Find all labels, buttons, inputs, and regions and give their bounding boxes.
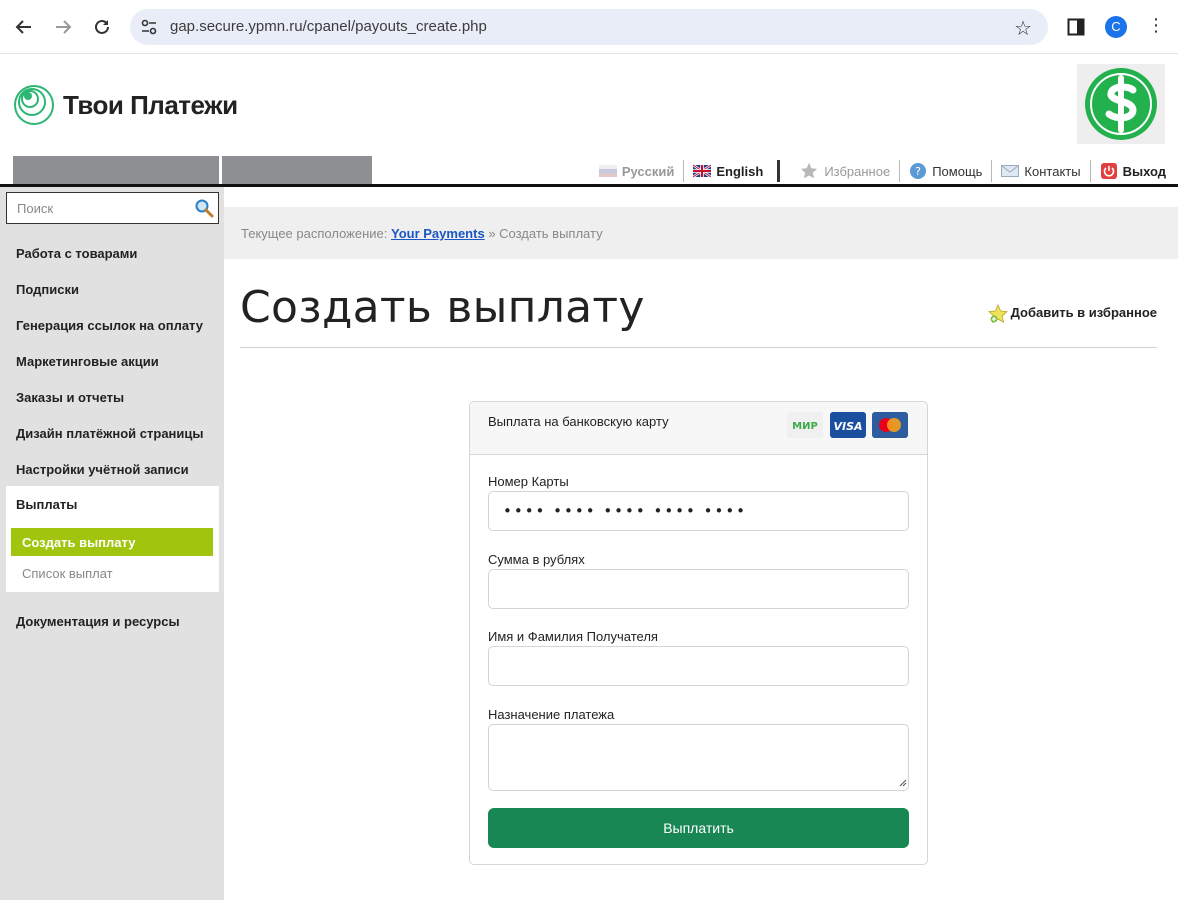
- header-tab-2[interactable]: [222, 156, 372, 184]
- title-divider: [240, 347, 1157, 348]
- sidebar-item-payouts[interactable]: Выплаты: [16, 497, 77, 512]
- breadcrumb: Текущее расположение: Your Payments » Со…: [224, 207, 1178, 259]
- page-title: Создать выплату: [240, 282, 645, 333]
- logo-text: Твои Платежи: [63, 89, 238, 120]
- breadcrumb-link[interactable]: Your Payments: [391, 226, 485, 241]
- recipient-label: Имя и Фамилия Получателя: [488, 629, 658, 644]
- contacts-link[interactable]: Контакты: [992, 160, 1091, 182]
- dollar-badge: [1077, 64, 1165, 144]
- site-settings-icon[interactable]: [140, 18, 158, 36]
- add-star-icon: [987, 304, 1008, 323]
- dollar-icon: [1085, 68, 1157, 140]
- site-logo[interactable]: Твои Платежи: [13, 84, 238, 126]
- sidebar-item-marketing[interactable]: Маркетинговые акции: [16, 354, 159, 369]
- amount-label: Сумма в рублях: [488, 552, 585, 567]
- side-panel-icon[interactable]: [1067, 18, 1085, 36]
- browser-toolbar: gap.secure.ypmn.ru/cpanel/payouts_create…: [0, 0, 1178, 54]
- logout-link[interactable]: Выход: [1091, 160, 1166, 182]
- forward-arrow-icon: [56, 20, 72, 34]
- profile-avatar[interactable]: C: [1105, 16, 1127, 38]
- sidebar-item-payment-links[interactable]: Генерация ссылок на оплату: [16, 318, 203, 333]
- visa-logo-icon: VISA: [830, 412, 866, 438]
- sidebar: Работа с товарами Подписки Генерация ссы…: [0, 187, 224, 900]
- header-tab-1[interactable]: [13, 156, 219, 184]
- svg-text:?: ?: [915, 165, 921, 178]
- power-icon: [1100, 163, 1117, 179]
- sidebar-item-docs[interactable]: Документация и ресурсы: [16, 614, 180, 629]
- purpose-textarea[interactable]: [488, 724, 909, 791]
- svg-text:VISA: VISA: [833, 420, 862, 433]
- russia-flag-icon: [598, 165, 617, 177]
- logo-rings-icon: [14, 85, 54, 125]
- sidebar-item-account-settings[interactable]: Настройки учётной записи: [16, 462, 189, 477]
- svg-text:МИР: МИР: [792, 421, 818, 432]
- lang-english[interactable]: English: [684, 160, 781, 182]
- favorites-link[interactable]: Избранное: [790, 160, 901, 182]
- search-input[interactable]: [17, 194, 197, 222]
- uk-flag-icon: [693, 164, 712, 178]
- sidebar-item-page-design[interactable]: Дизайн платёжной страницы: [16, 426, 203, 441]
- mastercard-logo-icon: [872, 412, 908, 438]
- resize-grip-icon[interactable]: [898, 778, 907, 787]
- card-number-input[interactable]: [488, 491, 909, 531]
- url-text: gap.secure.ypmn.ru/cpanel/payouts_create…: [170, 18, 487, 35]
- sidebar-item-products[interactable]: Работа с товарами: [16, 246, 137, 261]
- envelope-icon: [1001, 165, 1020, 177]
- more-menu-icon[interactable]: ⋮: [1147, 15, 1165, 36]
- lang-russian[interactable]: Русский: [590, 160, 685, 182]
- payout-form-card: Выплата на банковскую карту МИР VISA Ном…: [469, 401, 928, 865]
- reload-button[interactable]: [89, 14, 115, 40]
- forward-button[interactable]: [50, 14, 76, 40]
- sidebar-payouts-group: Выплаты Создать выплату Список выплат: [6, 486, 219, 592]
- card-header-title: Выплата на банковскую карту: [488, 414, 669, 429]
- sidebar-item-payout-list[interactable]: Список выплат: [22, 566, 113, 581]
- help-link[interactable]: ? Помощь: [900, 160, 993, 182]
- sidebar-item-orders[interactable]: Заказы и отчеты: [16, 390, 124, 405]
- back-button[interactable]: [11, 14, 37, 40]
- card-number-label: Номер Карты: [488, 474, 569, 489]
- payout-submit-button[interactable]: Выплатить: [488, 808, 909, 848]
- purpose-label: Назначение платежа: [488, 707, 615, 722]
- search-icon[interactable]: [194, 198, 214, 218]
- amount-input[interactable]: [488, 569, 909, 609]
- add-favorite-link[interactable]: Добавить в избранное: [987, 300, 1157, 324]
- sidebar-search: [6, 192, 219, 224]
- sidebar-item-subscriptions[interactable]: Подписки: [16, 282, 79, 297]
- help-icon: ?: [910, 163, 927, 179]
- bookmark-star-icon[interactable]: ☆: [1014, 16, 1032, 40]
- card-header: Выплата на банковскую карту МИР VISA: [470, 402, 927, 455]
- sidebar-item-create-payout[interactable]: Создать выплату: [11, 528, 213, 556]
- mir-logo-icon: МИР: [787, 412, 823, 438]
- recipient-input[interactable]: [488, 646, 909, 686]
- star-grey-icon: [801, 162, 818, 179]
- address-bar[interactable]: gap.secure.ypmn.ru/cpanel/payouts_create…: [130, 9, 1048, 45]
- reload-icon: [95, 19, 109, 34]
- breadcrumb-current: » Создать выплату: [488, 226, 603, 241]
- back-arrow-icon: [15, 20, 31, 34]
- top-navigation: Русский English Избранное ? Помощь Конта…: [590, 160, 1166, 182]
- breadcrumb-prefix: Текущее расположение:: [241, 226, 388, 241]
